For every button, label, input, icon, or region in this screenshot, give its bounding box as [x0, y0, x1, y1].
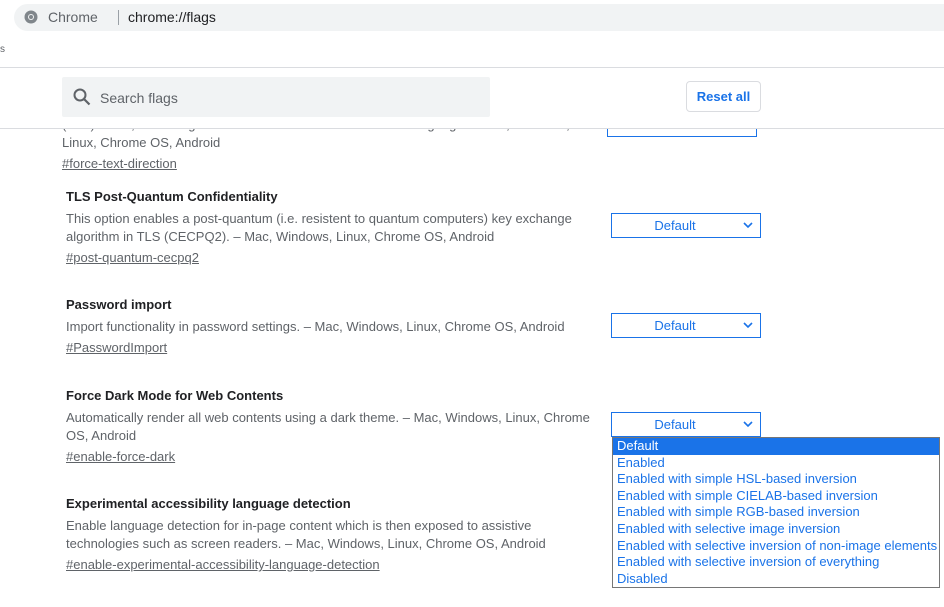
experiment-link[interactable]: #PasswordImport	[66, 340, 167, 355]
password-import-select[interactable]: Default	[611, 313, 761, 338]
experiment-password-import: Password import Import functionality in …	[62, 297, 592, 357]
dropdown-option[interactable]: Enabled with selective inversion of ever…	[613, 554, 939, 571]
dropdown-option[interactable]: Enabled with simple CIELAB-based inversi…	[613, 488, 939, 505]
flags-header: Reset all	[0, 67, 944, 129]
experiment-description: Import functionality in password setting…	[66, 319, 565, 334]
force-dark-select[interactable]: Default	[611, 412, 761, 437]
omnibox[interactable]: Chrome chrome://flags	[14, 4, 944, 31]
experiment-link[interactable]: #enable-force-dark	[66, 449, 175, 464]
experiment-post-quantum-cecpq2: TLS Post-Quantum Confidentiality This op…	[62, 189, 592, 267]
chrome-icon	[24, 10, 38, 24]
experiment-link[interactable]: #post-quantum-cecpq2	[66, 250, 199, 265]
experiment-description: Enable language detection for in-page co…	[66, 518, 546, 551]
experiment-title: TLS Post-Quantum Confidentiality	[66, 189, 278, 204]
experiment-accessibility-language-detection: Experimental accessibility language dete…	[62, 496, 592, 574]
chevron-down-icon	[743, 322, 753, 329]
experiment-title: Force Dark Mode for Web Contents	[66, 388, 284, 403]
experiment-force-dark: Force Dark Mode for Web Contents Automat…	[62, 388, 592, 466]
search-box[interactable]	[62, 77, 490, 119]
omnibox-url[interactable]: chrome://flags	[128, 9, 216, 25]
dropdown-option[interactable]: Enabled with selective inversion of non-…	[613, 538, 939, 555]
dropdown-option[interactable]: Enabled with simple HSL-based inversion	[613, 471, 939, 488]
clipped-text-fragment: s	[0, 44, 5, 55]
experiment-description: This option enables a post-quantum (i.e.…	[66, 211, 572, 244]
dropdown-option[interactable]: Enabled with selective image inversion	[613, 521, 939, 538]
reset-all-button[interactable]: Reset all	[686, 81, 761, 112]
chevron-down-icon	[743, 222, 753, 229]
experiment-description: Automatically render all web contents us…	[66, 410, 590, 443]
experiment-title: Experimental accessibility language dete…	[66, 496, 351, 511]
dropdown-option[interactable]: Enabled with simple RGB-based inversion	[613, 504, 939, 521]
experiment-link[interactable]: #enable-experimental-accessibility-langu…	[66, 557, 380, 572]
dropdown-option[interactable]: Disabled	[613, 571, 939, 588]
chevron-down-icon	[743, 421, 753, 428]
experiment-link[interactable]: #force-text-direction	[62, 156, 177, 171]
experiment-title: Password import	[66, 297, 172, 312]
search-icon	[73, 88, 91, 106]
omnibox-site-label: Chrome	[48, 9, 98, 25]
search-input[interactable]	[98, 77, 482, 119]
post-quantum-cecpq2-select[interactable]: Default	[611, 213, 761, 238]
dropdown-option[interactable]: Enabled	[613, 455, 939, 472]
force-dark-options-list[interactable]: Default Enabled Enabled with simple HSL-…	[612, 437, 940, 589]
omnibox-divider	[118, 10, 119, 25]
dropdown-option[interactable]: Default	[613, 438, 939, 455]
